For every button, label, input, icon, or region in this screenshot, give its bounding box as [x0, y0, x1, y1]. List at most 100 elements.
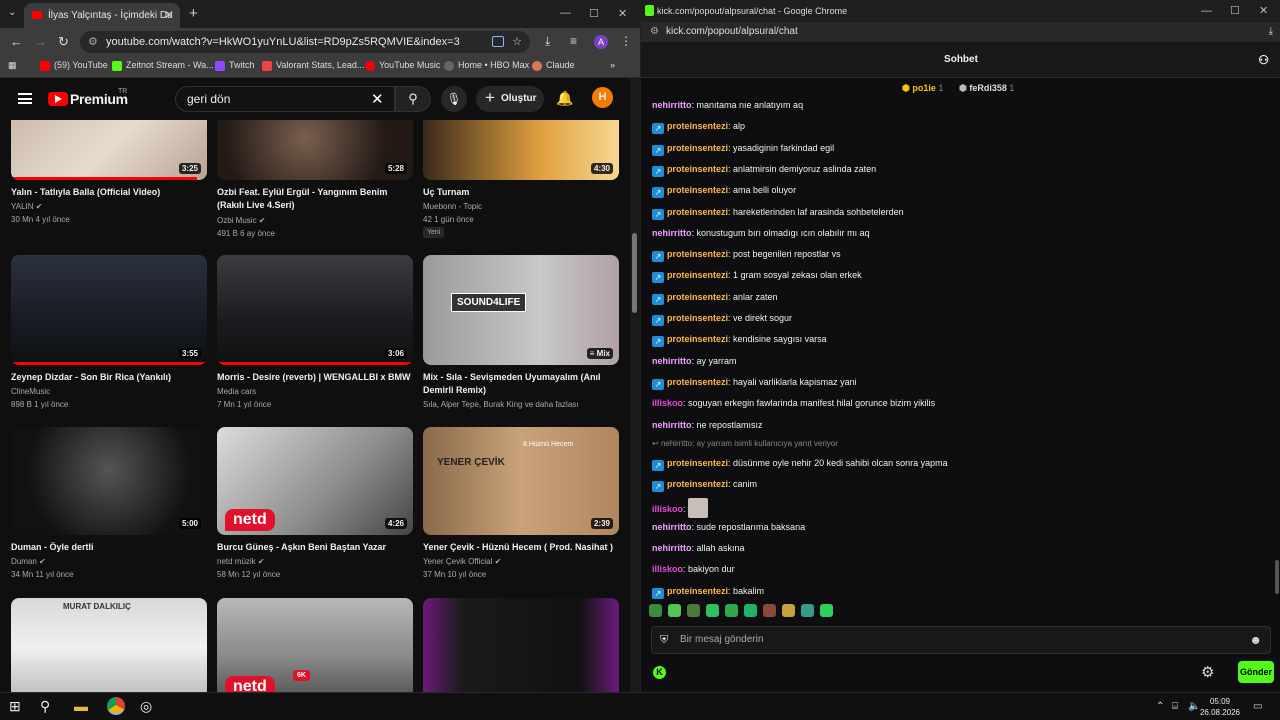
chat-message[interactable]: nehirritto: sude repostlarıma baksana [652, 520, 805, 534]
top-gifter-2[interactable]: ⬢ feRdi358 1 [959, 78, 1014, 98]
video-thumbnail[interactable]: MURAT DALKILIÇ [11, 598, 207, 692]
chat-username[interactable]: proteinsentezi [667, 143, 728, 153]
chat-username[interactable]: proteinsentezi [667, 121, 728, 131]
chat-message[interactable]: nehirritto: ay yarram [652, 354, 737, 368]
emote-8-icon[interactable] [782, 604, 795, 617]
kick-bot-icon[interactable]: K [653, 666, 666, 679]
channel-name[interactable]: ClineMusic [11, 387, 50, 396]
chat-username[interactable]: nehirritto [652, 228, 692, 238]
video-thumbnail[interactable] [423, 598, 619, 692]
chat-message[interactable]: ↗ proteinsentezi: canim [652, 477, 757, 493]
chat-username[interactable]: proteinsentezi [667, 458, 728, 468]
video-title[interactable]: Ozbi Feat. Eylül Ergül - Yangınım Benim … [217, 186, 413, 212]
chat-message-input[interactable]: ⛨ Bir mesaj gönderin ☻ [651, 626, 1271, 654]
bookmark-zeitnot[interactable]: Zeitnot Stream - Wa... [112, 60, 214, 71]
bookmark-star-icon[interactable]: ☆ [512, 31, 522, 53]
back-icon[interactable]: ← [10, 34, 23, 49]
video-thumbnail[interactable]: netd 4:26 [217, 427, 413, 535]
bookmark-claude[interactable]: Claude [532, 60, 575, 71]
channel-name[interactable]: Media cars [217, 387, 256, 396]
chat-message[interactable]: ↗ proteinsentezi: ve direkt sogur [652, 311, 792, 326]
new-tab-icon[interactable]: + [189, 5, 198, 22]
channel-name[interactable]: netd müzik ✔ [217, 557, 265, 566]
chat-username[interactable]: proteinsentezi [667, 586, 728, 596]
video-thumbnail[interactable]: 5:00 [11, 427, 207, 535]
chat-username[interactable]: illiskoo [652, 398, 683, 408]
voice-search-button[interactable]: 🎙 [441, 86, 467, 112]
top-gifter-1[interactable]: ⬢ po1ie 1 [902, 78, 943, 98]
bookmark-youtube[interactable]: (59) YouTube [40, 60, 108, 71]
video-title[interactable]: Yalın - Tatlıyla Balla (Official Video) [11, 186, 207, 199]
chat-username[interactable]: proteinsentezi [667, 377, 728, 387]
video-thumbnail[interactable]: 5:28 [217, 120, 413, 180]
close-tab-icon[interactable]: ✕ [164, 3, 174, 28]
chat-username[interactable]: nehirritto [652, 356, 692, 366]
reply-reference[interactable]: ↩ nehirritto: ay yarram isimli kullanıcı… [652, 439, 838, 448]
video-title[interactable]: Morris - Desire (reverb) | WENGALLBI x B… [217, 371, 413, 384]
video-title[interactable]: Zeynep Dizdar - Son Bir Rica (Yankılı) [11, 371, 207, 384]
file-explorer-icon[interactable]: ▬ [74, 698, 88, 714]
emote-9-icon[interactable] [801, 604, 814, 617]
download-icon[interactable]: ⤓ [545, 34, 550, 49]
windows-start-icon[interactable]: ⊞ [9, 698, 21, 715]
channel-name[interactable]: Muebonn - Topic [423, 202, 482, 211]
profile-avatar[interactable]: A [594, 35, 608, 49]
chat-username[interactable]: nehirritto [652, 420, 692, 430]
emoji-picker-icon[interactable]: ☻ [1249, 627, 1262, 653]
search-button[interactable]: ⚲ [395, 86, 431, 112]
chat-message[interactable]: ↗ proteinsentezi: alp [652, 119, 745, 135]
apps-grid-icon[interactable]: ▦ [8, 60, 17, 71]
bookmark-twitch[interactable]: Twitch [215, 60, 255, 71]
emote-3-icon[interactable] [687, 604, 700, 617]
chat-username[interactable]: proteinsentezi [667, 185, 728, 195]
youtube-logo-icon[interactable] [48, 92, 68, 106]
chat-message[interactable]: ↗ proteinsentezi: post begenileri repostl… [652, 247, 841, 263]
video-title[interactable]: Uç Turnam [423, 186, 619, 199]
reload-icon[interactable]: ↻ [58, 34, 69, 50]
chat-message[interactable]: nehirritto: ne repostlamısız [652, 418, 763, 432]
tray-expand-icon[interactable]: ⌃ [1156, 701, 1164, 712]
chat-username[interactable]: proteinsentezi [667, 249, 728, 259]
mix-artists[interactable]: Sıla, Alper Tepe, Burak King ve daha faz… [423, 400, 619, 409]
chat-username[interactable]: nehirritto [652, 100, 692, 110]
chat-message[interactable]: ↗ proteinsentezi: anlatmirsin demiyoruz a… [652, 162, 876, 177]
app-icon[interactable]: ◎ [140, 698, 152, 715]
chat-username[interactable]: proteinsentezi [667, 270, 728, 280]
search-input[interactable]: geri dön [175, 86, 395, 112]
bookmark-youtube-music[interactable]: YouTube Music [365, 60, 440, 71]
chat-message[interactable]: illiskoo: bakiyon dur [652, 562, 735, 576]
chat-username[interactable]: illiskoo [652, 504, 683, 514]
channel-name[interactable]: Duman ✔ [11, 557, 46, 566]
settings-gear-icon[interactable]: ⚙ [1201, 663, 1214, 681]
forward-icon[interactable]: → [34, 34, 47, 49]
emote-10-icon[interactable] [820, 604, 833, 617]
menu-kebab-icon[interactable]: ⋮ [620, 34, 632, 48]
sticker-emote-icon[interactable] [688, 498, 709, 519]
maximize-icon[interactable]: ☐ [589, 7, 599, 20]
page-scrollbar[interactable] [630, 78, 640, 692]
minimize-icon[interactable]: — [560, 7, 571, 19]
chrome-icon[interactable] [107, 697, 125, 715]
bookmark-valorant[interactable]: Valorant Stats, Lead... [262, 60, 364, 71]
chat-message[interactable]: nehirritto: manıtama nıe anlatıyım aq [652, 98, 803, 112]
video-thumbnail[interactable]: 3:06 [217, 255, 413, 365]
notifications-bell-icon[interactable]: 🔔 [556, 90, 573, 107]
chat-username[interactable]: proteinsentezi [667, 334, 728, 344]
emote-7-icon[interactable] [763, 604, 776, 617]
volume-icon[interactable]: 🔈 [1188, 701, 1200, 712]
bookmark-hbo[interactable]: Home • HBO Max [444, 60, 529, 71]
channel-name[interactable]: Yener Çevik Official ✔ [423, 557, 501, 566]
chat-message[interactable]: ↗ proteinsentezi: bakalim [652, 584, 764, 599]
channel-name[interactable]: YALIN ✔ [11, 202, 42, 211]
maximize-icon[interactable]: ☐ [1230, 0, 1240, 22]
clear-search-icon[interactable]: ✕ [371, 90, 384, 108]
notification-center-icon[interactable]: ▭ [1253, 701, 1262, 712]
chat-message[interactable]: nehirritto: konustugum bırı olmadıgı ıcı… [652, 226, 870, 240]
chat-username[interactable]: proteinsentezi [667, 164, 728, 174]
network-icon[interactable]: ⌸ [1172, 701, 1178, 712]
video-title[interactable]: Burcu Güneş - Aşkın Beni Baştan Yazar [217, 541, 413, 554]
chat-message[interactable]: illiskoo: soguyan erkegin fawlarinda man… [652, 396, 935, 410]
more-bookmarks-icon[interactable]: » [610, 60, 615, 70]
account-avatar[interactable]: H [592, 87, 613, 108]
video-title[interactable]: Yener Çevik - Hüznü Hecem ( Prod. Nasiha… [423, 541, 619, 554]
